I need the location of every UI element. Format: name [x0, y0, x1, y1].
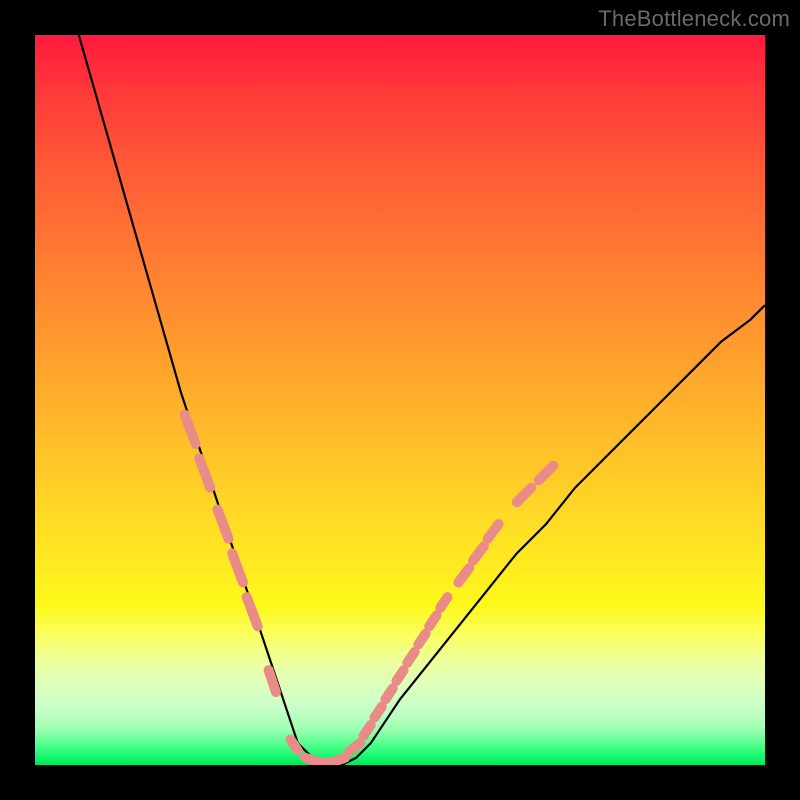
dash-segment — [185, 415, 196, 444]
bottleneck-curve — [79, 35, 765, 765]
dash-segment — [291, 740, 298, 751]
dash-segment — [458, 568, 469, 583]
dash-segment — [488, 524, 499, 539]
chart-frame: TheBottleneck.com — [0, 0, 800, 800]
curve-line — [79, 35, 765, 765]
salmon-dashes — [185, 415, 554, 763]
dash-segment — [218, 510, 229, 539]
dash-segment — [349, 743, 360, 752]
dash-segment — [429, 615, 436, 626]
dash-segment — [305, 758, 316, 762]
dash-segment — [247, 597, 258, 626]
plot-area — [35, 35, 765, 765]
dash-segment — [375, 707, 382, 718]
watermark-text: TheBottleneck.com — [598, 6, 790, 32]
dash-segment — [199, 458, 210, 487]
dash-segment — [364, 725, 371, 736]
dash-segment — [473, 546, 484, 561]
dash-segment — [418, 634, 425, 645]
dash-segment — [385, 688, 392, 699]
chart-svg — [35, 35, 765, 765]
dash-segment — [407, 652, 414, 663]
dash-segment — [334, 758, 345, 762]
dash-segment — [269, 670, 276, 692]
dash-segment — [396, 670, 403, 681]
dash-segment — [517, 488, 532, 503]
dash-segment — [539, 466, 554, 481]
dash-segment — [440, 597, 447, 608]
dash-segment — [232, 553, 243, 582]
